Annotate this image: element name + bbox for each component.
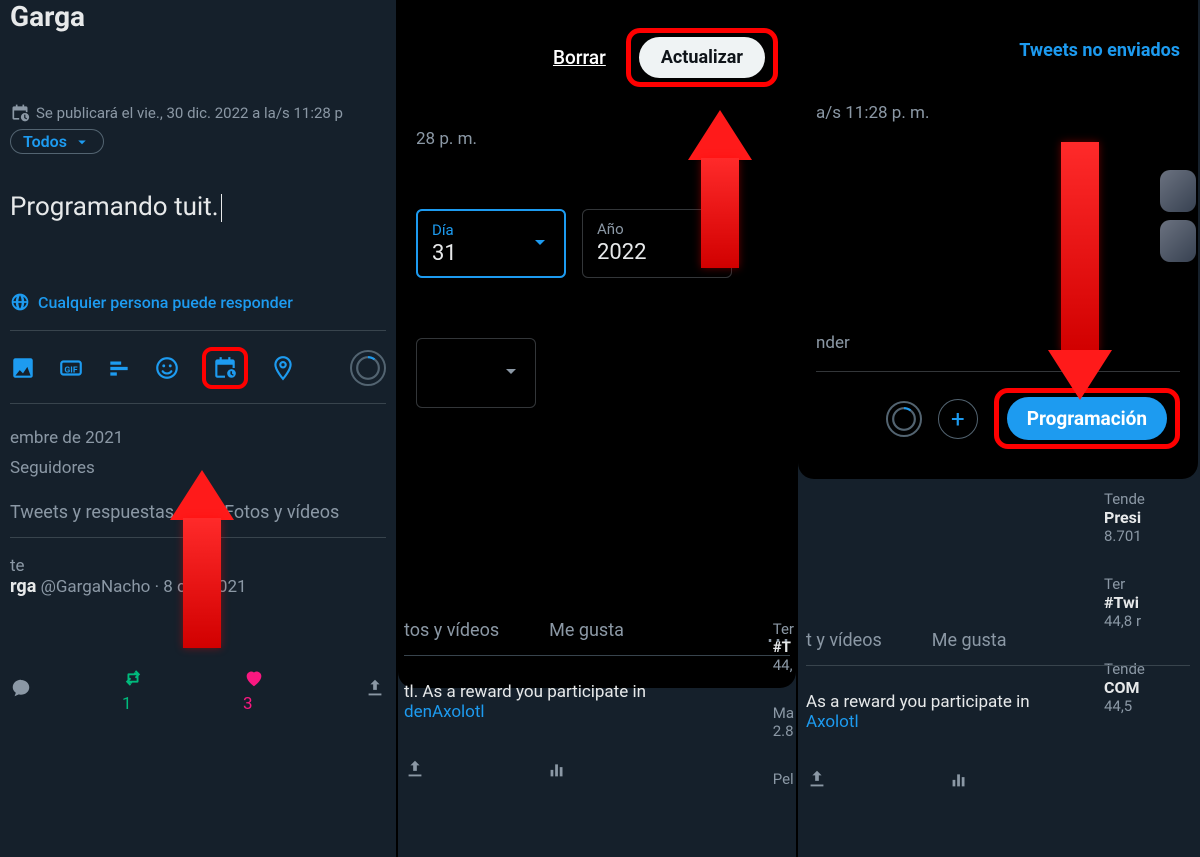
compose-modal-3: Tweets no enviados a/s 11:28 p. m. nder … [798, 0, 1198, 479]
calendar-clock-icon [10, 103, 30, 123]
share-icon[interactable] [404, 758, 426, 785]
schedule-text: Se publicará el vie., 30 dic. 2022 a la/… [36, 104, 343, 122]
reply-settings[interactable]: Cualquier persona puede responder [10, 292, 386, 331]
trend-item[interactable]: Tende Presi 8.701 [1104, 490, 1194, 545]
joined-text: embre de 2021 [10, 428, 386, 448]
time-fragment: 28 p. m. [416, 129, 778, 149]
like-action[interactable]: 3 [243, 667, 274, 714]
tweet-date: 8 dic. 2021 [163, 577, 246, 597]
followers-text: Seguidores [10, 458, 386, 478]
svg-text:GIF: GIF [64, 365, 77, 375]
extra-select[interactable] [416, 338, 536, 408]
tweet-handle[interactable]: @GargaNacho [41, 577, 151, 597]
panel-compose-scheduled: Tweets no enviados a/s 11:28 p. m. nder … [798, 0, 1198, 857]
avatar-stack [1160, 170, 1196, 262]
analytics-icon[interactable] [546, 758, 568, 785]
gif-icon[interactable]: GIF [58, 355, 84, 381]
schedule-info[interactable]: Se publicará el vie., 30 dic. 2022 a la/… [10, 103, 386, 123]
share-icon[interactable] [806, 768, 828, 795]
panel-compose: Garga Se publicará el vie., 30 dic. 2022… [0, 0, 398, 857]
add-thread-button[interactable]: + [938, 399, 978, 439]
delete-link[interactable]: Borrar [553, 46, 606, 69]
tab-media-frag[interactable]: t y vídeos [806, 630, 882, 651]
tab-likes[interactable]: Me gusta [549, 620, 624, 641]
tweet-text-content: Programando tuit. [10, 192, 219, 222]
highlight-programacion: Programación [994, 388, 1180, 449]
time-fragment-3: a/s 11:28 p. m. [816, 103, 1180, 123]
tweet-body-frag: As a reward you participate in [806, 692, 1030, 712]
tweet-link-frag[interactable]: Axolotl [806, 712, 859, 732]
chevron-down-icon [73, 133, 91, 151]
media-icon[interactable] [10, 355, 36, 381]
panel-scheduler: Borrar Actualizar 28 p. m. Día 31 Año 20… [398, 0, 798, 857]
tweet-body-frag: tl. As a reward you participate in [404, 682, 646, 702]
progress-circle [886, 401, 922, 437]
highlight-actualizar: Actualizar [626, 28, 778, 87]
tab-tweets-replies[interactable]: Tweets y respuestas [10, 502, 174, 523]
chevron-down-icon [499, 359, 523, 387]
compose-toolbar: GIF [10, 331, 386, 404]
tab-media[interactable]: Fotos y vídeos [224, 502, 339, 523]
tweet-link-frag[interactable]: denAxolotl [404, 702, 485, 722]
avatar [1160, 170, 1196, 212]
schedule-icon[interactable] [212, 355, 238, 381]
year-select[interactable]: Año 2022 [582, 209, 732, 278]
trend-sliver: Ter #T 44, Ma 2.8 Pel [773, 620, 794, 788]
panel3-underlay: t y vídeos Me gusta As a reward you part… [798, 620, 1198, 795]
tab-media-frag[interactable]: tos y vídeos [404, 620, 499, 641]
day-select[interactable]: Día 31 [416, 209, 566, 278]
highlight-schedule-icon [202, 347, 248, 389]
unsent-tweets-link[interactable]: Tweets no enviados [1019, 40, 1180, 61]
chevron-down-icon [528, 230, 552, 258]
update-button[interactable]: Actualizar [639, 37, 765, 78]
tweet-textarea[interactable]: Programando tuit. [10, 192, 386, 222]
tab-likes[interactable]: Me gusta [932, 630, 1007, 651]
location-icon[interactable] [270, 355, 296, 381]
audience-label: Todos [23, 132, 67, 151]
schedule-modal: Borrar Actualizar 28 p. m. Día 31 Año 20… [398, 0, 796, 688]
panel2-underlay: tos y vídeos Me gusta ⋯ tl. As a reward … [398, 600, 796, 857]
retweet-label: te [10, 556, 386, 576]
analytics-icon[interactable] [948, 768, 970, 795]
retweet-action[interactable]: 1 [122, 667, 153, 714]
audience-selector[interactable]: Todos [10, 129, 104, 154]
chevron-down-icon [695, 230, 719, 258]
poll-icon[interactable] [106, 355, 132, 381]
text-cursor [221, 194, 222, 222]
schedule-button[interactable]: Programación [1007, 397, 1167, 440]
emoji-icon[interactable] [154, 355, 180, 381]
reply-frag: nder [816, 333, 1180, 372]
reply-label: Cualquier persona puede responder [38, 293, 293, 312]
reply-action[interactable] [10, 677, 32, 704]
share-action[interactable] [364, 677, 386, 704]
globe-icon [10, 292, 30, 312]
profile-underlay: embre de 2021 Seguidores Tweets y respue… [10, 404, 386, 714]
progress-circle [350, 350, 386, 386]
tweet-author[interactable]: rga [10, 576, 36, 597]
avatar [1160, 220, 1196, 262]
username-heading: Garga [10, 0, 386, 43]
